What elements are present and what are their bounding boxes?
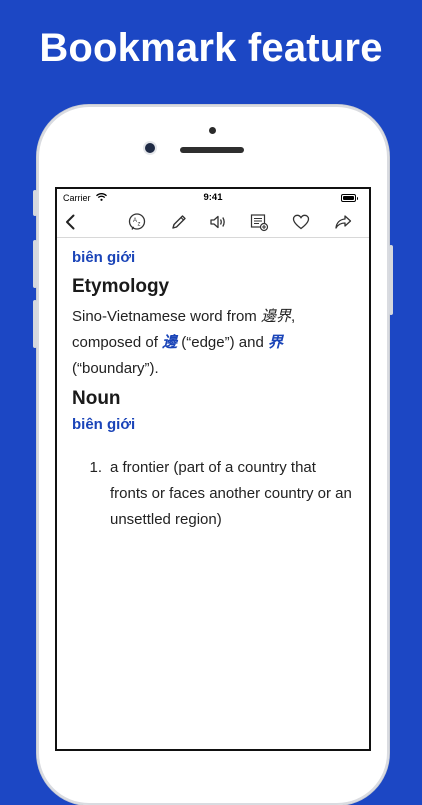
front-camera — [145, 143, 155, 153]
noun-headword[interactable]: biên giới — [72, 416, 357, 433]
heart-icon[interactable] — [291, 212, 311, 232]
etymology-text-part: , — [291, 308, 296, 325]
add-list-icon[interactable] — [249, 212, 269, 232]
etymology-link-edge[interactable]: 邊 — [162, 334, 177, 351]
earpiece-speaker — [180, 147, 244, 153]
chevron-left-icon[interactable] — [61, 212, 81, 232]
translate-icon[interactable]: A z — [127, 212, 147, 232]
share-icon[interactable] — [333, 212, 353, 232]
etymology-link-boundary[interactable]: 界 — [268, 334, 283, 351]
dictionary-entry: biên giới Etymology Sino-Vietnamese word… — [72, 249, 357, 533]
svg-text:A: A — [133, 218, 137, 224]
etymology-text-part: (“boundary”). — [72, 360, 159, 377]
definition-number: 1. — [89, 459, 102, 476]
etymology-text-part: (“edge”) and — [177, 334, 268, 351]
etymology-text-part: composed of — [72, 334, 163, 351]
noun-heading: Noun — [72, 388, 121, 409]
toolbar: A z — [57, 207, 369, 238]
speaker-icon[interactable] — [208, 212, 228, 232]
battery-icon — [341, 194, 358, 202]
definition-text: a frontier (part of a country that front… — [110, 459, 352, 528]
pencil-icon[interactable] — [169, 212, 189, 232]
etymology-text: Sino-Vietnamese word from 邊界, composed o… — [72, 304, 357, 382]
phone-frame: Carrier 9:41 A z biên giới Etymology Sin… — [33, 105, 393, 805]
mute-switch — [33, 190, 37, 216]
volume-down-button — [33, 300, 37, 348]
definition-list: 1. a frontier (part of a country that fr… — [72, 455, 357, 533]
etymology-heading: Etymology — [72, 276, 170, 297]
status-bar: Carrier 9:41 — [57, 189, 369, 206]
list-item: 1. a frontier (part of a country that fr… — [72, 455, 357, 533]
etymology-cjk: 邊界 — [260, 308, 291, 325]
volume-up-button — [33, 240, 37, 288]
power-button — [389, 245, 393, 315]
promo-title: Bookmark feature — [39, 26, 383, 70]
sensor — [209, 127, 216, 134]
headword[interactable]: biên giới — [72, 249, 357, 266]
svg-text:z: z — [138, 222, 141, 228]
app-screen: Carrier 9:41 A z biên giới Etymology Sin… — [55, 187, 371, 751]
status-time: 9:41 — [203, 192, 223, 203]
etymology-text-part: Sino-Vietnamese word from — [72, 308, 261, 325]
